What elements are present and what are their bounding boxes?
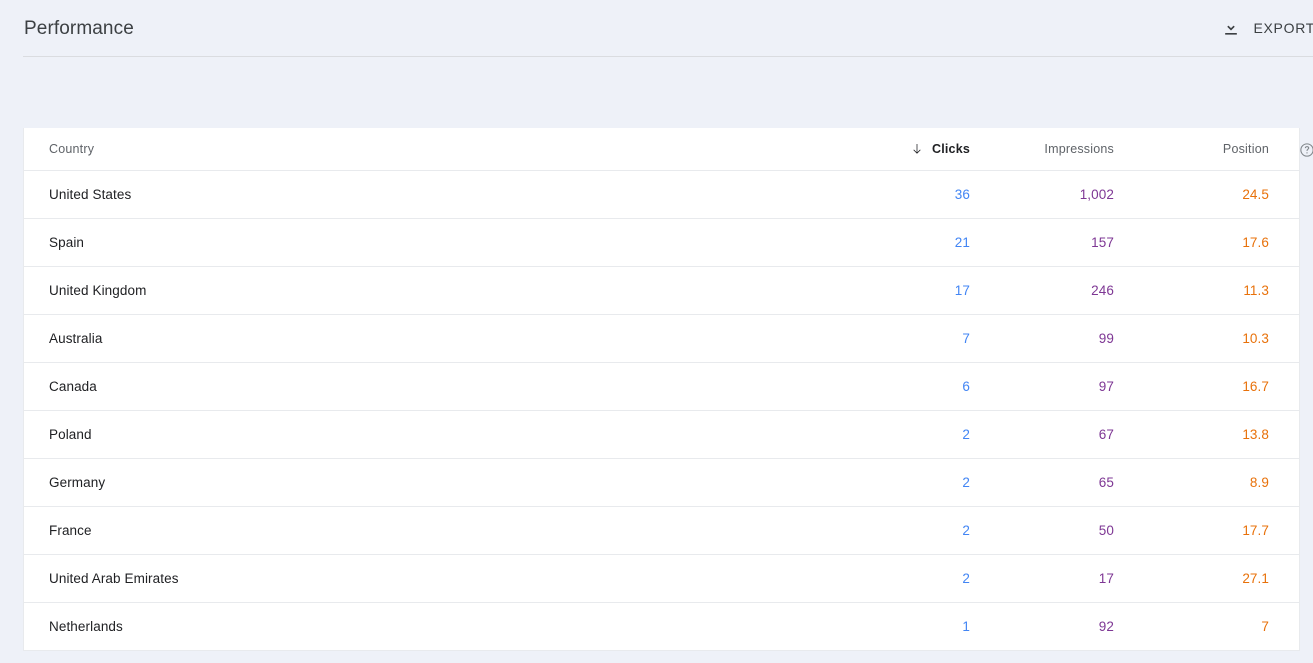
cell-impressions: 65 [1098,475,1114,490]
cell-impressions: 1,002 [1079,187,1114,202]
export-label: EXPORT [1253,20,1313,36]
filter-bar: Search type: Web Date: Jul 1, 2021-Oct 3… [0,57,1313,165]
column-header-country[interactable]: Country [49,142,835,156]
column-header-clicks-label: Clicks [931,142,970,156]
table-row[interactable]: Germany 2 65 8.9 [24,459,1299,507]
column-header-clicks[interactable]: Clicks [835,142,990,156]
cell-clicks: 1 [962,619,970,634]
table-row[interactable]: Australia 7 99 10.3 [24,315,1299,363]
table-row[interactable]: United Arab Emirates 2 17 27.1 [24,555,1299,603]
table-header-row: Country Clicks Impressions Position [24,128,1299,171]
cell-clicks: 7 [962,331,970,346]
table-row[interactable]: France 2 50 17.7 [24,507,1299,555]
cell-clicks: 2 [962,475,970,490]
table-row[interactable]: United Kingdom 17 246 11.3 [24,267,1299,315]
cell-position: 11.3 [1243,283,1269,298]
column-header-position[interactable]: Position [1140,142,1275,156]
cell-impressions: 99 [1098,331,1114,346]
cell-impressions: 97 [1098,379,1114,394]
cell-clicks: 2 [962,427,970,442]
page-header: Performance EXPORT [0,0,1313,56]
column-header-impressions[interactable]: Impressions [990,142,1140,156]
table-row[interactable]: United States 36 1,002 24.5 [24,171,1299,219]
cell-position: 24.5 [1242,187,1269,202]
export-button[interactable]: EXPORT [1215,16,1313,40]
cell-impressions: 67 [1098,427,1114,442]
download-icon [1221,18,1241,38]
cell-clicks: 17 [954,283,970,298]
cell-country[interactable]: Canada [49,379,835,394]
table-row[interactable]: Netherlands 1 92 7 [24,603,1299,651]
cell-clicks: 21 [954,235,970,250]
cell-impressions: 50 [1098,523,1114,538]
cell-country[interactable]: United States [49,187,835,202]
table-row[interactable]: Canada 6 97 16.7 [24,363,1299,411]
cell-clicks: 36 [954,187,970,202]
cell-country[interactable]: Spain [49,235,835,250]
cell-impressions: 157 [1091,235,1114,250]
cell-country[interactable]: Australia [49,331,835,346]
cell-country[interactable]: United Arab Emirates [49,571,835,586]
page-title: Performance [24,18,134,39]
table-body: United States 36 1,002 24.5 Spain 21 157… [24,171,1299,651]
cell-impressions: 92 [1098,619,1114,634]
cell-position: 10.3 [1242,331,1269,346]
cell-position: 7 [1261,619,1269,634]
cell-country[interactable]: Poland [49,427,835,442]
cell-clicks: 6 [962,379,970,394]
cell-position: 27.1 [1242,571,1269,586]
cell-impressions: 246 [1091,283,1114,298]
cell-impressions: 17 [1098,571,1114,586]
cell-country[interactable]: Netherlands [49,619,835,634]
cell-position: 8.9 [1249,475,1269,490]
cell-position: 13.8 [1242,427,1269,442]
cell-position: 16.7 [1242,379,1269,394]
cell-country[interactable]: Germany [49,475,835,490]
cell-clicks: 2 [962,571,970,586]
performance-page: Performance EXPORT Search type: Web Date… [0,0,1313,663]
table-row[interactable]: Poland 2 67 13.8 [24,411,1299,459]
cell-country[interactable]: France [49,523,835,538]
cell-position: 17.7 [1242,523,1269,538]
cell-country[interactable]: United Kingdom [49,283,835,298]
cell-position: 17.6 [1242,235,1269,250]
arrow-down-icon [910,142,924,156]
performance-table: Country Clicks Impressions Position Unit… [23,128,1300,651]
cell-clicks: 2 [962,523,970,538]
help-circle-icon[interactable] [1299,142,1313,158]
table-row[interactable]: Spain 21 157 17.6 [24,219,1299,267]
